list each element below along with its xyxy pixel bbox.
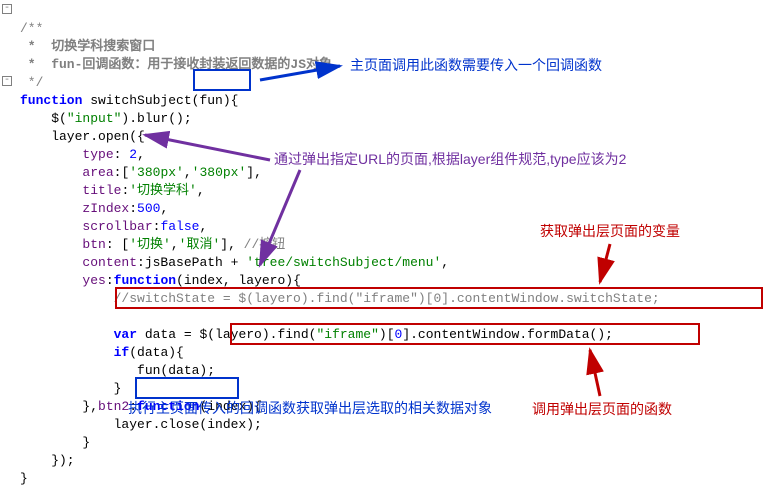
- line-close-fn: }: [20, 471, 28, 486]
- line-if: if(data){: [20, 345, 184, 360]
- line-close-open: });: [20, 453, 75, 468]
- fn-decl: switchSubject(fun){: [82, 93, 238, 108]
- line-close-if: }: [20, 381, 121, 396]
- line-close-btn2: }: [20, 435, 90, 450]
- line-scrollbar: scrollbar:false,: [20, 219, 207, 234]
- line-layer-open: layer.open({: [20, 129, 145, 144]
- gutter: - -: [0, 0, 18, 504]
- line-content: content:jsBasePath + 'tree/switchSubject…: [20, 255, 449, 270]
- line-blur: $("input").blur();: [20, 111, 192, 126]
- annotation-getvar: 获取弹出层页面的变量: [540, 222, 680, 240]
- line-btn: btn: ['切换','取消'], //按钮: [20, 237, 285, 252]
- doc-l2: * fun-回调函数：用于接收封装返回数据的JS对象: [20, 57, 332, 72]
- fold-marker-fn[interactable]: -: [2, 76, 12, 86]
- box-switchstate: [115, 287, 763, 309]
- fold-marker-doc[interactable]: -: [2, 4, 12, 14]
- box-fun-data: [135, 377, 239, 399]
- doc-l3: */: [20, 75, 43, 90]
- box-formdata: [230, 323, 700, 345]
- line-fun-data: fun(data);: [20, 363, 215, 378]
- doc-open: /**: [20, 21, 43, 36]
- annotation-callback: 主页面调用此函数需要传入一个回调函数: [350, 56, 602, 74]
- annotation-callfn: 调用弹出层页面的函数: [532, 400, 672, 418]
- line-area: area:['380px','380px'],: [20, 165, 262, 180]
- annotation-type2: 通过弹出指定URL的页面,根据layer组件规范,type应该为2: [274, 150, 626, 168]
- line-type: type: 2,: [20, 147, 145, 162]
- box-fun-param: [193, 69, 251, 91]
- doc-l1: * 切换学科搜索窗口: [20, 39, 155, 54]
- line-layer-close: layer.close(index);: [20, 417, 262, 432]
- line-yes: yes:function(index, layero){: [20, 273, 301, 288]
- line-title: title:'切换学科',: [20, 183, 205, 198]
- line-zindex: zIndex:500,: [20, 201, 168, 216]
- kw-function: function: [20, 93, 82, 108]
- annotation-exec-callback: 执行主页面传入的回调函数获取弹出层选取的相关数据对象: [128, 399, 492, 417]
